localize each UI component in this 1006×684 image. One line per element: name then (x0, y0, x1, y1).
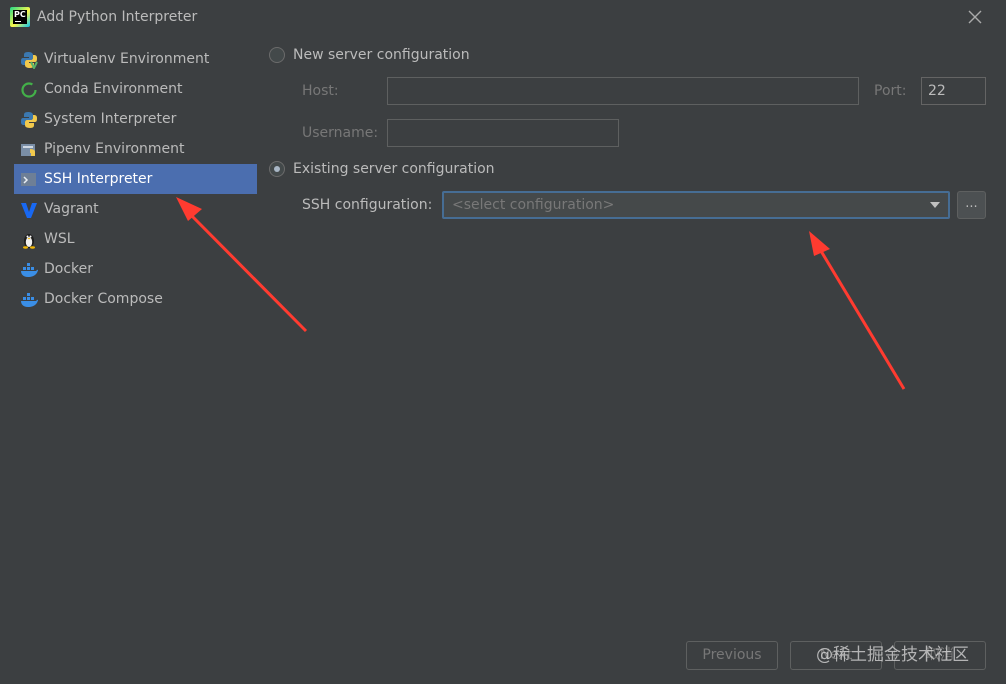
sidebar-item-virtualenv[interactable]: Virtualenv Environment (14, 44, 257, 74)
docker-compose-icon (20, 291, 38, 309)
add-python-interpreter-dialog: PC Add Python Interpreter Virtualenv Env… (0, 0, 1006, 684)
annotation-arrow-right (809, 231, 906, 390)
python-virtualenv-icon (20, 51, 38, 71)
sidebar-item-wsl[interactable]: WSL (14, 224, 257, 254)
sidebar-item-label: Docker Compose (44, 291, 163, 307)
vagrant-icon (20, 201, 38, 219)
ssh-terminal-icon (20, 171, 38, 189)
sidebar-item-label: Docker (44, 261, 94, 277)
ssh-configuration-placeholder: <select configuration> (452, 197, 615, 213)
existing-server-label[interactable]: Existing server configuration (293, 161, 495, 177)
sidebar-item-ssh-interpreter[interactable]: SSH Interpreter (14, 164, 257, 194)
ssh-configuration-label: SSH configuration: (302, 197, 433, 213)
sidebar-item-docker-compose[interactable]: Docker Compose (14, 284, 257, 314)
host-input[interactable] (387, 77, 859, 105)
sidebar-item-label: Vagrant (44, 201, 99, 217)
linux-penguin-icon (20, 231, 38, 249)
sidebar-item-label: System Interpreter (44, 111, 177, 127)
title-bar: PC Add Python Interpreter (0, 0, 1006, 34)
close-icon (968, 10, 982, 24)
app-icon-text: PC (14, 10, 26, 19)
port-input[interactable] (921, 77, 986, 105)
host-label: Host: (302, 83, 339, 99)
port-label: Port: (874, 83, 907, 99)
interpreter-type-list: Virtualenv Environment Conda Environment… (14, 44, 258, 314)
sidebar-item-label: WSL (44, 231, 75, 247)
sidebar-item-conda[interactable]: Conda Environment (14, 74, 257, 104)
sidebar-item-pipenv[interactable]: Pipenv Environment (14, 134, 257, 164)
browse-configurations-button[interactable]: ... (957, 191, 986, 219)
pycharm-icon: PC (10, 7, 30, 27)
sidebar-item-vagrant[interactable]: Vagrant (14, 194, 257, 224)
cancel-button[interactable]: 取消 (894, 641, 986, 670)
pipenv-icon (20, 141, 38, 159)
new-server-radio[interactable] (269, 47, 285, 63)
previous-button[interactable]: Previous (686, 641, 778, 670)
sidebar-item-label: Pipenv Environment (44, 141, 185, 157)
new-server-label[interactable]: New server configuration (293, 47, 470, 63)
python-icon (20, 111, 38, 129)
dialog-title: Add Python Interpreter (37, 9, 198, 25)
sidebar-item-label: Conda Environment (44, 81, 183, 97)
next-button[interactable]: Next (790, 641, 882, 670)
sidebar-item-docker[interactable]: Docker (14, 254, 257, 284)
conda-icon (20, 81, 38, 99)
ssh-configuration-dropdown[interactable]: <select configuration> (442, 191, 950, 219)
username-label: Username: (302, 125, 379, 141)
sidebar-item-system-interpreter[interactable]: System Interpreter (14, 104, 257, 134)
sidebar-item-label: Virtualenv Environment (44, 51, 210, 67)
docker-icon (20, 261, 38, 279)
existing-server-radio[interactable] (269, 161, 285, 177)
chevron-down-icon (930, 202, 940, 208)
sidebar-item-label: SSH Interpreter (44, 171, 153, 187)
username-input[interactable] (387, 119, 619, 147)
close-button[interactable] (962, 4, 988, 30)
